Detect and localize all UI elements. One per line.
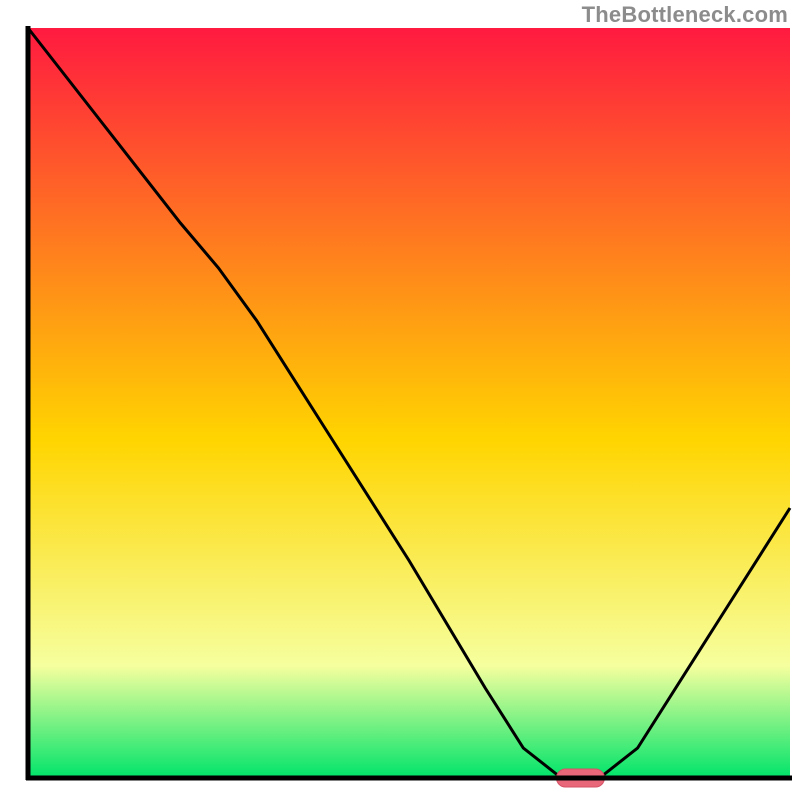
plot-background [28,28,790,778]
chart-container: TheBottleneck.com [0,0,800,800]
bottleneck-chart [0,0,800,800]
plot-area [26,26,792,787]
